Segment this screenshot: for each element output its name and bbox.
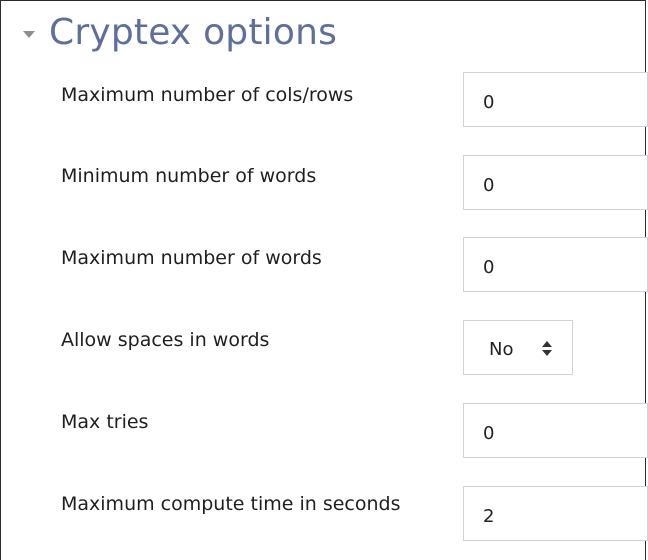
form-row-allow-spaces: Allow spaces in words No (1, 320, 647, 389)
form-row-min-words: Minimum number of words 0 (1, 155, 648, 225)
updown-arrows-icon (542, 341, 552, 357)
select-value: No (489, 339, 514, 360)
caret-down-icon[interactable] (23, 30, 35, 38)
field-label: Allow spaces in words (61, 329, 270, 351)
max-words-input[interactable]: 0 (463, 237, 648, 292)
field-label: Maximum number of words (61, 247, 322, 269)
max-tries-input[interactable]: 0 (463, 403, 648, 458)
allow-spaces-select[interactable]: No (463, 320, 573, 375)
max-cols-rows-input[interactable]: 0 (463, 72, 648, 127)
form-row-max-cols-rows: Maximum number of cols/rows 0 (1, 72, 648, 144)
form-row-max-compute-time: Maximum compute time in seconds 2 (1, 486, 648, 553)
cryptex-options-fieldset: Cryptex options Maximum number of cols/r… (0, 0, 648, 560)
form-row-max-tries: Max tries 0 (1, 403, 648, 471)
field-label: Maximum compute time in seconds (61, 493, 401, 515)
field-label: Max tries (61, 411, 149, 433)
field-label: Maximum number of cols/rows (61, 84, 354, 106)
section-header[interactable]: Cryptex options (23, 11, 337, 55)
field-label: Minimum number of words (61, 165, 317, 187)
max-compute-time-input[interactable]: 2 (463, 486, 648, 541)
min-words-input[interactable]: 0 (463, 155, 648, 210)
section-title: Cryptex options (49, 12, 338, 53)
form-row-max-words: Maximum number of words 0 (1, 237, 648, 307)
